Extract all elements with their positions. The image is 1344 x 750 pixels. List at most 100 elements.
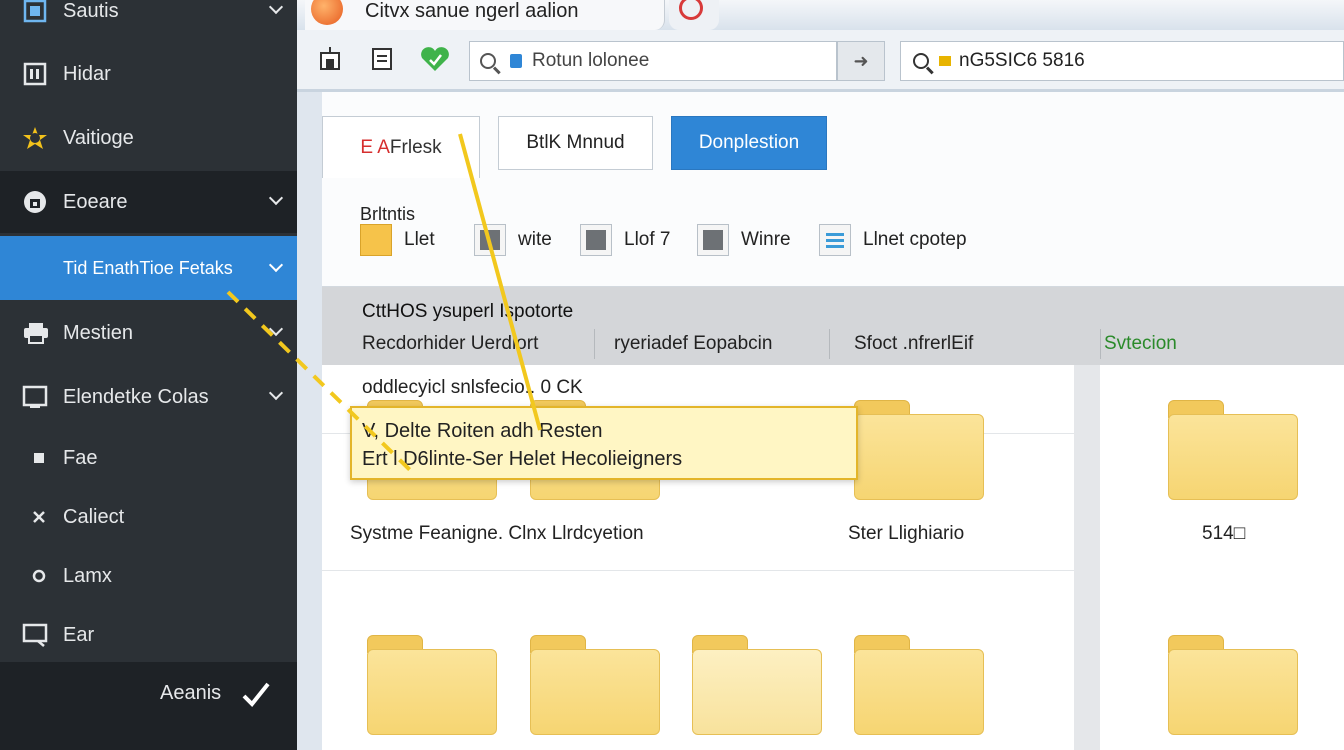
tab-label: Donplestion: [698, 132, 800, 153]
folder-icon[interactable]: [854, 400, 984, 500]
list-item[interactable]: Systme Feanigne. Clnx Llrdcyetion: [350, 523, 644, 545]
folder-icon[interactable]: [854, 635, 984, 735]
scanner-icon: [580, 224, 612, 256]
document-icon: [819, 224, 851, 256]
sidebar-item-ear[interactable]: Ear: [0, 604, 297, 666]
ribbon-item-llof[interactable]: Llof 7: [580, 223, 670, 257]
sidebar-item-label: Caliect: [63, 505, 125, 528]
sidebar-item-active[interactable]: Tid EnathTioe Fetaks: [0, 236, 297, 300]
cross-icon: [30, 504, 48, 530]
content-header: CttHOS ysuperl Ispotorte Recdorhider Uer…: [322, 287, 1344, 365]
search-box[interactable]: nG5SIC6 5816: [900, 41, 1344, 81]
row-divider: [322, 570, 1074, 571]
column-header[interactable]: Recdorhider Uerdiort: [362, 333, 538, 355]
address-bar[interactable]: Rotun lolonee: [469, 41, 837, 81]
folder-icon: [360, 224, 392, 256]
tooltip-line: Ert l D6linte-Ser Helet Hecolieigners: [362, 448, 683, 470]
column-header[interactable]: Sfoct .nfrerlEif: [854, 333, 973, 355]
sidebar-item-sautis[interactable]: Sautis: [0, 0, 297, 42]
app-logo-icon: [311, 0, 343, 25]
arrow-right-icon: ➜: [853, 50, 869, 71]
sidebar-item-label: Aeanis: [160, 682, 222, 704]
sidebar-item-label: Eoeare: [63, 190, 128, 213]
window-title: Citvx sanue ngerl aalion: [365, 0, 579, 22]
window-icon: [22, 61, 48, 87]
column-label: Sfoct .nfrerlEif: [854, 333, 974, 354]
folder-icon[interactable]: [692, 635, 822, 735]
sidebar-item-hidar[interactable]: Hidar: [0, 43, 297, 105]
folder-icon[interactable]: [530, 635, 660, 735]
sidebar-item-label: Tid EnathTioe Fetaks: [63, 257, 233, 278]
ribbon-item-winre[interactable]: Winre: [697, 223, 791, 257]
tab-btlk-mnnud[interactable]: BtlK Mnnud: [498, 116, 653, 170]
folder-icon[interactable]: [1168, 400, 1298, 500]
frame-icon: [22, 384, 48, 410]
image-icon: [474, 224, 506, 256]
ribbon-item-llet[interactable]: Llet: [360, 223, 435, 257]
title-bar: Citvx sanue ngerl aalion: [297, 0, 1344, 30]
chevron-down-icon: [268, 257, 284, 273]
sidebar-item-fae[interactable]: Fae: [0, 427, 297, 489]
pane-divider[interactable]: [1074, 365, 1100, 750]
chevron-down-icon: [268, 385, 284, 401]
page-icon: [510, 54, 522, 68]
folder-icon[interactable]: [367, 635, 497, 735]
column-label: Recdorhider Uerdiort: [362, 333, 539, 354]
ribbon-item-label: wite: [518, 229, 552, 250]
box-icon: [697, 224, 729, 256]
sidebar-item-caliect[interactable]: Caliect: [0, 486, 297, 548]
diamond-icon: [30, 563, 48, 589]
column-header[interactable]: ryeriadef Eopabcin: [614, 333, 772, 355]
ribbon-item-label: Llet: [404, 229, 435, 250]
grid-icon: [22, 0, 48, 24]
content-title: CttHOS ysuperl Ispotorte: [362, 301, 574, 322]
tab-label: BtlK Mnnud: [526, 132, 625, 153]
ribbon-item-llnet-cpotep[interactable]: Llnet cpotep: [819, 223, 967, 257]
search-icon: [913, 53, 929, 69]
sidebar-item-lamx[interactable]: Lamx: [0, 545, 297, 607]
ribbon-item-label: Winre: [741, 229, 791, 250]
list-item[interactable]: 514□: [1202, 523, 1245, 545]
search-icon: [480, 53, 496, 69]
column-label: ryeriadef Eopabcin: [614, 333, 773, 354]
sidebar-item-mestien[interactable]: Mestien: [0, 302, 297, 364]
list-item[interactable]: Ster Llighiario: [848, 523, 964, 545]
sidebar-item-elendetke-colas[interactable]: Elendetke Colas: [0, 366, 297, 428]
sidebar-item-label: Hidar: [63, 62, 111, 85]
sidebar-item-label: Lamx: [63, 564, 112, 587]
sidebar-item-label: Fae: [63, 446, 98, 469]
new-tab-button[interactable]: [669, 0, 719, 30]
browser-tab[interactable]: Citvx sanue ngerl aalion: [305, 0, 665, 30]
ribbon: E A Frlesk BtlK Mnnud Donplestion Brltnt…: [322, 92, 1344, 287]
check-icon: [240, 680, 272, 716]
column-divider: [1100, 329, 1101, 359]
tab-frlesk[interactable]: E A Frlesk: [322, 116, 480, 178]
sidebar-item-vaitioge[interactable]: Vaitioge: [0, 107, 297, 169]
sidebar-item-eoeare[interactable]: Eoeare: [0, 171, 297, 233]
favorites-button[interactable]: [419, 44, 449, 74]
folder-icon[interactable]: [1168, 635, 1298, 735]
ribbon-item-label: Llnet cpotep: [863, 229, 967, 250]
chevron-down-icon: [268, 0, 284, 15]
column-label: Svtecion: [1104, 333, 1177, 354]
sidebar-item-label: Sautis: [63, 0, 119, 22]
donplestion-button[interactable]: Donplestion: [671, 116, 827, 170]
search-input[interactable]: nG5SIC6 5816: [959, 50, 1085, 72]
printer-icon: [22, 320, 48, 346]
clipboard-icon: [372, 48, 392, 70]
list-item[interactable]: oddlecyicl snlsfecio.. 0 CK: [362, 377, 583, 399]
sidebar-item-aeanis[interactable]: Aeanis: [0, 662, 297, 750]
column-header[interactable]: Svtecion: [1104, 333, 1177, 355]
sidebar-item-label: Ear: [63, 623, 95, 646]
sidebar: Sautis Hidar Vaitioge Eoeare Tid EnathTi…: [0, 0, 297, 750]
ribbon-item-wite[interactable]: wite: [474, 223, 552, 257]
home-button[interactable]: [315, 44, 345, 74]
star-icon: [22, 125, 48, 151]
notes-button[interactable]: [367, 44, 397, 74]
sidebar-item-label: Mestien: [63, 321, 134, 344]
go-button[interactable]: ➜: [837, 41, 885, 81]
address-input[interactable]: Rotun lolonee: [532, 50, 649, 72]
sidebar-item-label: Elendetke Colas: [63, 385, 209, 408]
tooltip-line: V, Delte Roiten adh Resten: [362, 420, 603, 442]
chevron-down-icon: [268, 321, 284, 337]
